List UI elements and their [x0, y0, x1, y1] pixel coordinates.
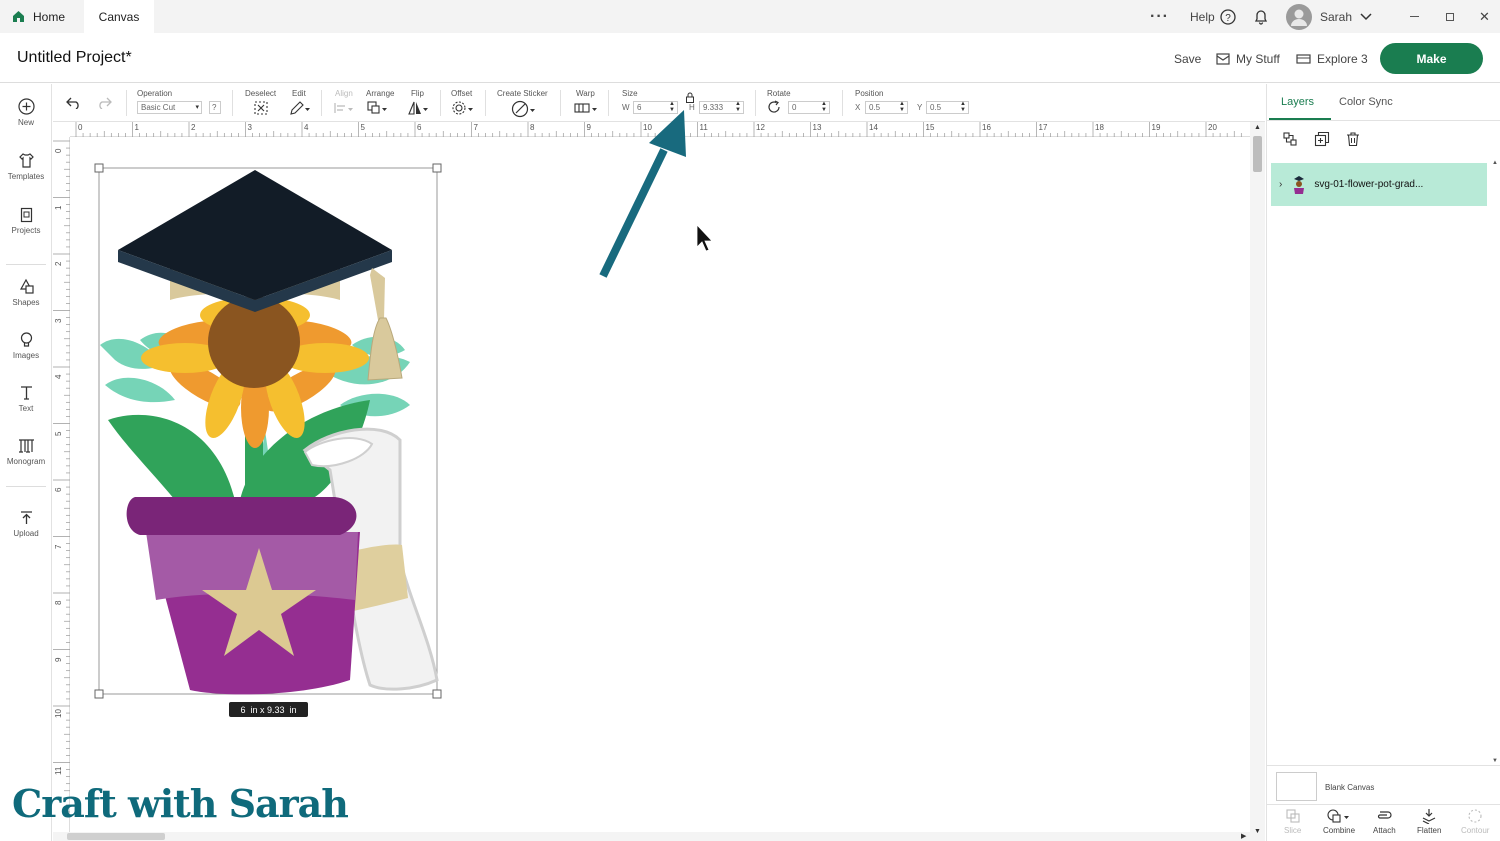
duplicate-button[interactable] [1314, 131, 1330, 152]
contour-icon [1468, 809, 1482, 823]
machine-icon [1296, 54, 1311, 64]
machine-select[interactable]: Explore 3 [1296, 52, 1368, 66]
mouse-cursor [696, 223, 713, 252]
layer-thumbnail-icon [1294, 175, 1305, 194]
horizontal-scroll-thumb[interactable] [67, 833, 165, 840]
layers-panel: Layers Color Sync › svg-01-flower-pot-gr… [1266, 84, 1500, 841]
slice-icon [1286, 809, 1300, 823]
panel-scrollbar[interactable]: ▲ ▼ [1491, 160, 1499, 766]
layer-item[interactable]: › svg-01-flower-pot-grad... [1271, 163, 1487, 206]
vertical-scrollbar[interactable]: ▲ ▼ [1250, 122, 1265, 841]
bottom-actions-divider [1267, 804, 1500, 805]
slice-button[interactable]: Slice [1284, 808, 1301, 835]
bell-icon [1254, 9, 1268, 25]
attach-label: Attach [1373, 826, 1396, 835]
size-readout: 6 in x 9.33 in [240, 704, 297, 715]
make-button[interactable]: Make [1380, 43, 1483, 74]
scroll-up-icon: ▲ [1254, 124, 1261, 131]
blank-canvas-label: Blank Canvas [1325, 783, 1375, 792]
tab-layers-label: Layers [1281, 96, 1315, 108]
trash-icon [1347, 132, 1359, 147]
tab-color-sync[interactable]: Color Sync [1339, 96, 1393, 108]
watermark-logo: Craft with Sarah [12, 781, 349, 826]
scroll-down-icon: ▼ [1492, 758, 1498, 764]
blank-canvas-divider [1267, 765, 1500, 766]
restore-icon [1446, 12, 1454, 21]
scroll-down-icon: ▼ [1254, 828, 1261, 835]
close-icon: ✕ [1479, 8, 1490, 24]
layer-name: svg-01-flower-pot-grad... [1314, 179, 1424, 190]
annotation-arrow [599, 110, 686, 278]
user-name: Sarah [1320, 9, 1353, 24]
machine-label: Explore 3 [1317, 52, 1368, 66]
duplicate-icon [1314, 131, 1330, 147]
delete-button[interactable] [1345, 131, 1361, 152]
make-label: Make [1416, 51, 1447, 66]
close-window-button[interactable]: ✕ [1479, 0, 1490, 33]
paperclip-icon [1378, 811, 1392, 819]
slice-label: Slice [1284, 826, 1302, 835]
canvas-artwork [94, 110, 713, 699]
contour-label: Contour [1461, 826, 1490, 835]
group-button[interactable] [1282, 131, 1298, 152]
flatten-button[interactable]: Flatten [1417, 808, 1441, 835]
vertical-scroll-thumb[interactable] [1253, 136, 1262, 172]
size-readout-badge: 6 in x 9.33 in [229, 702, 308, 717]
minimize-button[interactable] [1410, 0, 1419, 33]
notifications-button[interactable] [1253, 0, 1269, 33]
attach-button[interactable]: Attach [1373, 808, 1396, 835]
group-icon [1283, 132, 1297, 146]
horizontal-scrollbar[interactable]: ▶ [53, 832, 1250, 841]
panel-tabs-divider [1267, 120, 1500, 121]
restore-button[interactable] [1446, 0, 1454, 33]
avatar [1286, 3, 1312, 30]
tab-layers[interactable]: Layers [1281, 96, 1314, 108]
combine-icon [1327, 809, 1349, 823]
combine-button[interactable]: Combine [1323, 808, 1355, 835]
blank-canvas-swatch[interactable] [1276, 772, 1317, 801]
chevron-right-icon[interactable]: › [1279, 179, 1282, 190]
scroll-right-icon: ▶ [1241, 833, 1247, 840]
flatten-icon [1422, 809, 1436, 824]
flower-pot[interactable] [126, 497, 360, 695]
chevron-down-icon [1360, 12, 1372, 20]
combine-label: Combine [1323, 826, 1356, 835]
scroll-up-icon: ▲ [1492, 160, 1498, 166]
user-menu[interactable]: Sarah [1286, 0, 1372, 33]
contour-button[interactable]: Contour [1461, 808, 1489, 835]
minimize-icon [1410, 16, 1419, 17]
tab-color-sync-label: Color Sync [1339, 96, 1393, 108]
flatten-label: Flatten [1417, 826, 1442, 835]
